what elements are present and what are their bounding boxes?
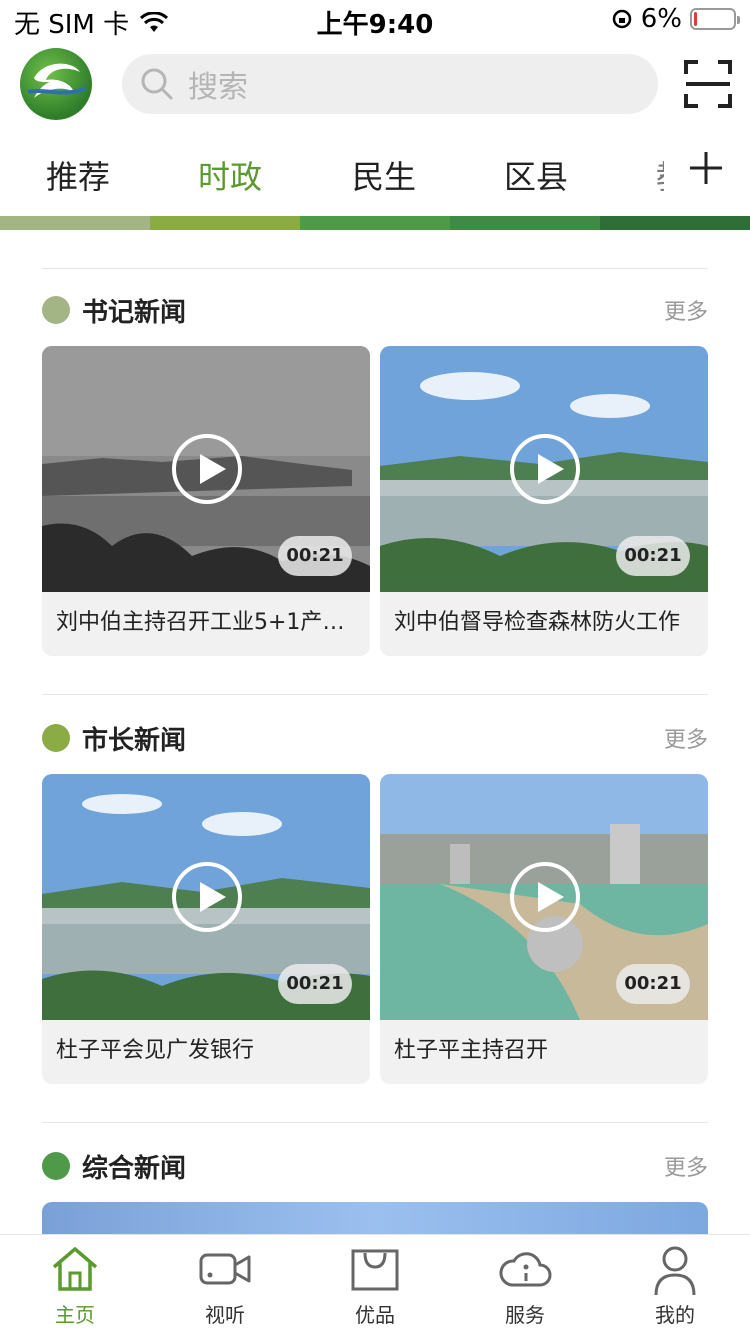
video-card[interactable]: 00:21 杜子平主持召开	[380, 774, 708, 1084]
section-header-mayor: 市长新闻 更多	[42, 718, 708, 758]
nav-label: 主页	[55, 1303, 95, 1327]
nav-label: 视听	[205, 1303, 245, 1327]
nav-services[interactable]: 服务	[475, 1245, 575, 1328]
play-icon	[172, 434, 242, 504]
orientation-lock-icon	[612, 9, 631, 29]
video-thumbnail: 00:21	[380, 346, 708, 592]
video-caption: 刘中伯督导检查森林防火工作	[394, 610, 681, 635]
video-card[interactable]: 00:21 刘中伯主持召开工业5+1产业链...	[42, 346, 370, 656]
user-icon	[654, 1246, 696, 1296]
battery-icon	[690, 8, 740, 30]
header: 搜索	[0, 44, 750, 128]
section-title: 综合新闻	[82, 1154, 187, 1184]
nav-shop[interactable]: 优品	[325, 1245, 425, 1328]
category-tabs: 推荐 时政 民生 区县 教	[0, 140, 750, 210]
add-tab-icon[interactable]	[686, 148, 726, 188]
video-duration: 00:21	[616, 536, 690, 576]
tab-politics[interactable]: 时政	[198, 152, 262, 198]
video-thumbnail: 00:21	[380, 774, 708, 1020]
tab-recommend[interactable]: 推荐	[46, 152, 110, 198]
status-right: 6%	[611, 4, 740, 34]
video-caption: 杜子平主持召开	[394, 1038, 549, 1063]
status-bar: 无 SIM 卡 上午9:40 6%	[0, 0, 750, 40]
nav-home[interactable]: 主页	[25, 1245, 125, 1328]
section-dot	[42, 1152, 70, 1180]
tab-districts[interactable]: 区县	[504, 152, 568, 198]
video-caption: 刘中伯主持召开工业5+1产业链...	[56, 610, 356, 635]
strip-segment	[600, 216, 750, 230]
section-header-secretary: 书记新闻 更多	[42, 290, 708, 330]
nav-profile[interactable]: 我的	[625, 1245, 725, 1328]
play-icon	[172, 862, 242, 932]
video-thumbnail: 00:21	[42, 774, 370, 1020]
more-link[interactable]: 更多	[664, 294, 708, 326]
strip-segment	[450, 216, 600, 230]
section-header-general: 综合新闻 更多	[42, 1146, 708, 1186]
cloud-info-icon	[499, 1252, 552, 1287]
section-divider	[42, 694, 708, 695]
play-icon	[510, 434, 580, 504]
nav-media[interactable]: 视听	[175, 1245, 275, 1328]
bottom-nav: 主页 视听 优品 服务 我的	[0, 1234, 750, 1334]
video-duration: 00:21	[278, 536, 352, 576]
scan-icon[interactable]	[682, 58, 734, 110]
strip-segment	[300, 216, 450, 230]
battery-percent: 6%	[640, 4, 682, 34]
section-title: 市长新闻	[82, 726, 187, 756]
play-icon	[510, 862, 580, 932]
search-icon	[141, 68, 173, 100]
nav-label: 服务	[505, 1303, 545, 1327]
color-strip	[0, 216, 750, 230]
shopping-bag-icon	[351, 1249, 399, 1291]
section-dot	[42, 724, 70, 752]
video-thumbnail: 00:21	[42, 346, 370, 592]
tab-livelihood[interactable]: 民生	[352, 152, 416, 198]
strip-segment	[150, 216, 300, 230]
video-camera-icon	[199, 1253, 251, 1285]
section-divider	[42, 1122, 708, 1123]
more-link[interactable]: 更多	[664, 1150, 708, 1182]
video-duration: 00:21	[616, 964, 690, 1004]
video-card[interactable]: 00:21 刘中伯督导检查森林防火工作	[380, 346, 708, 656]
section-divider	[42, 268, 708, 269]
video-duration: 00:21	[278, 964, 352, 1004]
app-logo[interactable]	[20, 48, 92, 120]
search-placeholder: 搜索	[188, 70, 248, 105]
video-card[interactable]: 00:21 杜子平会见广发银行	[42, 774, 370, 1084]
section-title: 书记新闻	[82, 298, 187, 328]
strip-segment	[0, 216, 150, 230]
more-link[interactable]: 更多	[664, 722, 708, 754]
tab-education[interactable]: 教	[656, 152, 664, 198]
search-bar[interactable]: 搜索	[122, 54, 658, 114]
video-caption: 杜子平会见广发银行	[56, 1038, 255, 1063]
section-dot	[42, 296, 70, 324]
home-icon	[52, 1247, 98, 1291]
nav-label: 我的	[655, 1303, 695, 1327]
nav-label: 优品	[355, 1303, 395, 1327]
